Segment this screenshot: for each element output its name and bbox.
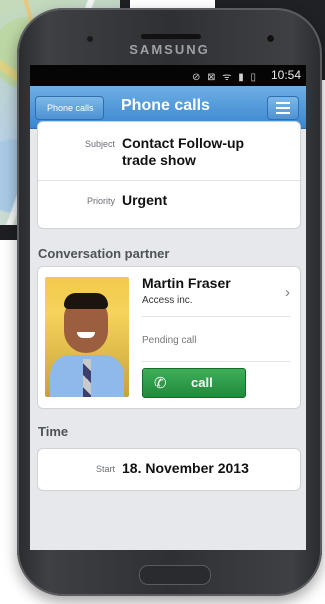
divider [142, 361, 290, 362]
section-title-time: Time [38, 424, 69, 439]
photo-tie [83, 359, 91, 397]
front-camera [267, 35, 274, 42]
phone-icon: ✆ [154, 375, 167, 392]
menu-button[interactable] [267, 96, 299, 120]
photo-hair [64, 293, 108, 309]
contact-name: Martin Fraser [142, 275, 231, 291]
divider [142, 316, 290, 317]
start-label: Start [95, 464, 115, 474]
back-button[interactable]: Phone calls [35, 96, 104, 120]
section-title-partner: Conversation partner [38, 246, 170, 261]
phone-top: SAMSUNG [17, 8, 322, 68]
screen: ⊘ ⊠ ᯤ ▮ ▯ 10:54 Phone calls Phone calls … [30, 65, 306, 550]
chevron-right-icon[interactable]: › [285, 284, 290, 301]
status-bar: ⊘ ⊠ ᯤ ▮ ▯ 10:54 [30, 65, 306, 86]
call-button[interactable]: ✆ call [142, 368, 246, 398]
call-button-label: call [191, 375, 213, 390]
partner-card[interactable]: Martin Fraser Access inc. › Pending call… [37, 266, 301, 409]
menu-icon [276, 112, 290, 114]
divider [38, 180, 300, 181]
content: Subject Contact Follow-up trade show Pri… [30, 121, 306, 550]
status-time: 10:54 [270, 68, 301, 82]
speaker [141, 34, 201, 39]
status-icons: ⊘ ⊠ ᯤ ▮ ▯ [191, 72, 258, 83]
home-button[interactable] [139, 565, 211, 585]
priority-label: Priority [86, 196, 115, 206]
brand-logo: SAMSUNG [129, 42, 210, 57]
start-value: 18. November 2013 [122, 460, 249, 476]
menu-icon [276, 102, 290, 104]
subject-label: Subject [84, 139, 115, 149]
call-status: Pending call [142, 335, 197, 346]
page-title: Phone calls [121, 97, 210, 114]
priority-value: Urgent [122, 192, 168, 208]
subject-value: Contact Follow-up trade show [122, 135, 245, 168]
time-card: Start 18. November 2013 [37, 448, 301, 491]
menu-icon [276, 107, 290, 109]
phone: SAMSUNG ⊘ ⊠ ᯤ ▮ ▯ 10:54 Phone calls Phon… [17, 8, 322, 596]
contact-company: Access inc. [142, 295, 193, 306]
details-card: Subject Contact Follow-up trade show Pri… [37, 121, 301, 229]
contact-photo [45, 277, 129, 397]
